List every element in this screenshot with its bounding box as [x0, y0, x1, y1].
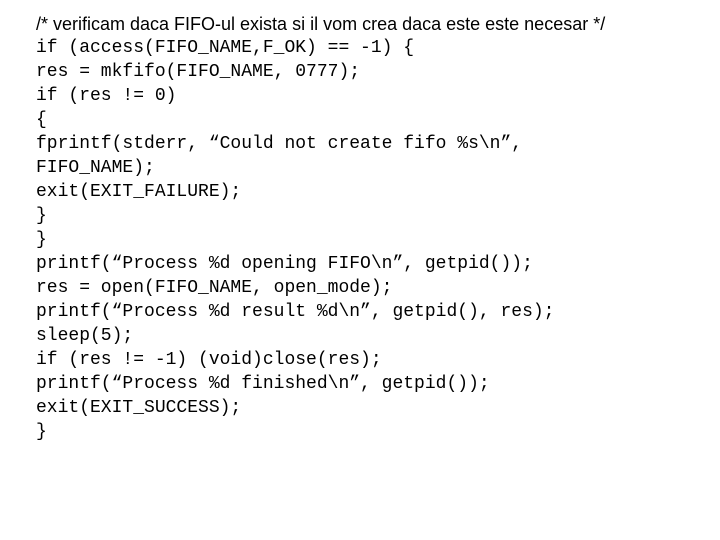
code-line: }: [36, 228, 720, 252]
code-line: sleep(5);: [36, 324, 720, 348]
code-line: fprintf(stderr, “Could not create fifo %…: [36, 132, 720, 156]
code-line: if (res != 0): [36, 84, 720, 108]
code-line: printf(“Process %d finished\n”, getpid()…: [36, 372, 720, 396]
code-line: }: [36, 420, 720, 444]
code-line: }: [36, 204, 720, 228]
code-line: res = mkfifo(FIFO_NAME, 0777);: [36, 60, 720, 84]
code-line: printf(“Process %d opening FIFO\n”, getp…: [36, 252, 720, 276]
code-line: {: [36, 108, 720, 132]
code-line: printf(“Process %d result %d\n”, getpid(…: [36, 300, 720, 324]
code-line: if (res != -1) (void)close(res);: [36, 348, 720, 372]
code-comment: /* verificam daca FIFO-ul exista si il v…: [36, 12, 720, 36]
code-line: exit(EXIT_SUCCESS);: [36, 396, 720, 420]
code-line: res = open(FIFO_NAME, open_mode);: [36, 276, 720, 300]
code-line: exit(EXIT_FAILURE);: [36, 180, 720, 204]
code-line: if (access(FIFO_NAME,F_OK) == -1) {: [36, 36, 720, 60]
code-line: FIFO_NAME);: [36, 156, 720, 180]
code-snippet: /* verificam daca FIFO-ul exista si il v…: [0, 0, 720, 444]
